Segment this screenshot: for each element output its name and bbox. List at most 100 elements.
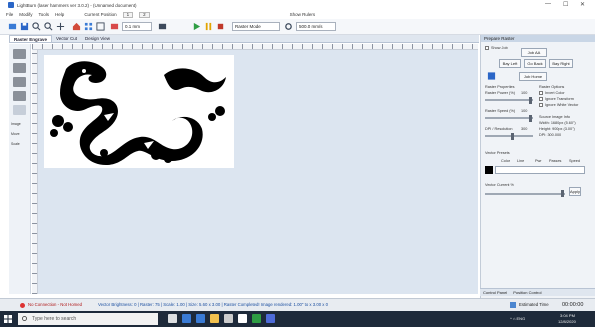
dpi-slider[interactable] [485, 135, 533, 137]
line-tool-icon[interactable] [13, 63, 26, 73]
zoom-out-icon[interactable] [44, 22, 53, 31]
search-icon [22, 316, 27, 321]
ignore-transform-label: Ignore Transform [545, 97, 574, 101]
power-slider-thumb[interactable] [529, 97, 532, 104]
text-tool-icon[interactable] [13, 105, 26, 115]
move-tool-label[interactable]: Move [11, 132, 20, 136]
rect-tool-icon[interactable] [13, 77, 26, 87]
clock-time[interactable]: 3:04 PM [560, 313, 575, 318]
laser-icon[interactable] [110, 22, 119, 31]
go-back-button[interactable]: Go Back [524, 59, 546, 68]
col-pwr: Pwr [535, 159, 542, 163]
dpi-slider-thumb[interactable] [511, 133, 514, 140]
save-icon[interactable] [20, 22, 29, 31]
title-bar: LightBurn (laser hammers ver 3.0.2) - (U… [0, 0, 595, 10]
col-color: Color [501, 159, 511, 163]
taskbar: Type here to search ^ ⌂ ENG 3:04 PM 12/8… [0, 311, 595, 327]
pan-icon[interactable] [56, 22, 65, 31]
menu-bar: File Modify Tools Help Current Position … [0, 10, 595, 19]
app-green-icon[interactable] [252, 314, 261, 323]
power-value: 100 [521, 91, 528, 95]
show-rulers-label[interactable]: Show Rulers [290, 12, 316, 17]
bay-right-button[interactable]: Bay Right [549, 59, 573, 68]
mode-select[interactable]: Raster Mode [232, 22, 280, 31]
speed-value: 100 [521, 109, 528, 113]
tab-position-control[interactable]: Position Control [510, 289, 544, 296]
speed-slider-thumb[interactable] [529, 115, 532, 122]
raster-options-label: Raster Options [539, 85, 565, 89]
close-button[interactable]: ✕ [580, 1, 585, 8]
settings-icon[interactable] [284, 22, 293, 31]
estimate-icon [510, 302, 516, 308]
zoom-in-icon[interactable] [32, 22, 41, 31]
raster-panel: Prepare Raster Show Job Job AA Bay Left … [480, 35, 595, 298]
color-swatch[interactable] [485, 166, 493, 174]
document-tabs: Raster Engrave Vector Cut Design View [9, 35, 479, 43]
maximize-button[interactable]: ☐ [563, 1, 568, 8]
show-job-checkbox[interactable] [485, 46, 489, 50]
connection-status-icon [20, 303, 25, 308]
tab-vector-cut[interactable]: Vector Cut [52, 35, 81, 42]
ellipse-tool-icon[interactable] [13, 91, 26, 101]
vector-current-thumb[interactable] [561, 190, 564, 197]
store-icon[interactable] [224, 314, 233, 323]
scale-tool-label[interactable]: Scale [11, 142, 20, 146]
stop-icon[interactable] [216, 22, 225, 31]
clock-date[interactable]: 12/8/2020 [558, 319, 576, 324]
preset-1-button[interactable]: 1 [122, 11, 134, 18]
pause-icon[interactable] [204, 22, 213, 31]
system-tray[interactable]: ^ ⌂ ENG [510, 316, 525, 321]
workpiece-image[interactable] [44, 55, 234, 168]
console-icon[interactable] [158, 22, 167, 31]
vector-preset-row[interactable] [495, 166, 585, 174]
open-icon[interactable] [8, 22, 17, 31]
select-tool-icon[interactable] [13, 49, 26, 59]
menu-tools[interactable]: Tools [39, 12, 50, 17]
ignore-white-checkbox[interactable] [539, 103, 543, 107]
apply-button[interactable]: Apply [569, 187, 581, 196]
edge-browser-icon[interactable] [196, 314, 205, 323]
mail-icon[interactable] [238, 314, 247, 323]
grid-icon[interactable] [84, 22, 93, 31]
menu-modify[interactable]: Modify [19, 12, 32, 17]
speed-label: Raster Speed (%) [485, 109, 516, 113]
ignore-transform-checkbox[interactable] [539, 97, 543, 101]
taskbar-search-input[interactable]: Type here to search [18, 313, 158, 325]
status-message: Vector Brightness: 0 | Raster: 75 | Scal… [98, 302, 329, 307]
preset-2-button[interactable]: 2 [139, 11, 150, 18]
image-tool-label[interactable]: Image [11, 122, 21, 126]
step-select[interactable]: 0.1 mm [122, 22, 152, 31]
job-home-button[interactable]: Job Home [519, 72, 547, 81]
connection-status: No Connection - Not Homed [28, 302, 82, 307]
frame-icon[interactable] [96, 22, 105, 31]
invert-color-label: Invert Color [545, 91, 565, 95]
invert-color-checkbox[interactable] [539, 91, 543, 95]
tab-design-view[interactable]: Design View [81, 35, 114, 42]
windows-start-icon[interactable] [4, 315, 12, 323]
menu-file[interactable]: File [6, 12, 13, 17]
save-preset-icon[interactable] [487, 72, 496, 80]
job-aa-button[interactable]: Job AA [521, 48, 547, 57]
menu-help[interactable]: Help [55, 12, 64, 17]
task-view-icon[interactable] [168, 314, 177, 323]
speed-slider[interactable] [485, 117, 533, 119]
tab-raster-engrave[interactable]: Raster Engrave [9, 35, 53, 42]
current-position-label[interactable]: Current Position [84, 12, 116, 17]
vector-current-slider[interactable] [485, 193, 565, 195]
minimize-button[interactable]: — [545, 1, 551, 7]
edge-icon[interactable] [182, 314, 191, 323]
lightburn-taskbar-icon[interactable] [266, 314, 275, 323]
tab-control-panel[interactable]: Control Panel [480, 289, 510, 296]
show-job-label: Show Job [491, 46, 508, 50]
file-explorer-icon[interactable] [210, 314, 219, 323]
vector-current-label: Vector Current % [485, 183, 514, 187]
raster-properties-label: Raster Properties [485, 85, 515, 89]
play-icon[interactable] [192, 22, 201, 31]
speed-select[interactable]: 500.0 mm/s [296, 22, 336, 31]
dpi-value: 300 [521, 127, 528, 131]
bay-left-button[interactable]: Bay Left [499, 59, 521, 68]
power-slider[interactable] [485, 99, 533, 101]
home-icon[interactable] [72, 22, 81, 31]
col-speed: Speed [569, 159, 580, 163]
info-height: Height: 900px (3.00") [539, 127, 575, 131]
